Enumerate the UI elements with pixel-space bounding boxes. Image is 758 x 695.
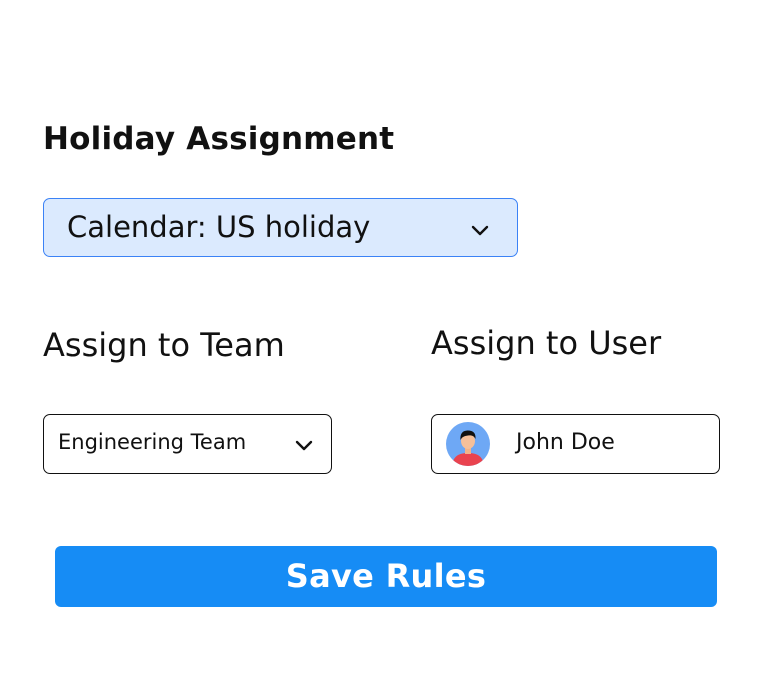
assign-team-label: Assign to Team: [43, 326, 285, 364]
assign-user-label: Assign to User: [431, 324, 662, 362]
page-title: Holiday Assignment: [43, 121, 395, 157]
user-name: John Doe: [516, 430, 615, 455]
user-avatar-icon: [446, 422, 490, 466]
team-select[interactable]: Engineering Team: [43, 414, 332, 474]
chevron-down-icon: [471, 225, 489, 236]
calendar-select[interactable]: Calendar: US holiday: [43, 198, 518, 257]
team-select-value: Engineering Team: [58, 430, 247, 454]
chevron-down-icon: [295, 440, 313, 451]
user-select[interactable]: John Doe: [431, 414, 720, 474]
calendar-select-value: Calendar: US holiday: [67, 210, 371, 244]
save-rules-button[interactable]: Save Rules: [55, 546, 717, 607]
